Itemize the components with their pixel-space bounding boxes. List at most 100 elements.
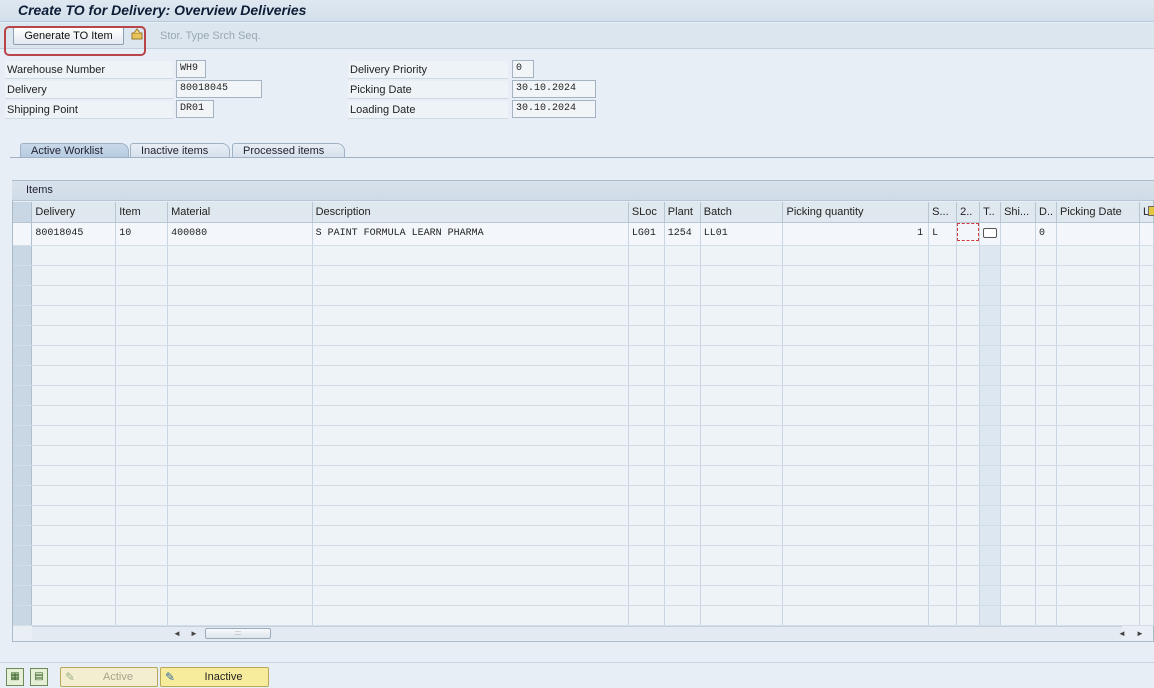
table-cell[interactable] xyxy=(1035,465,1058,486)
column-header[interactable]: Picking Date xyxy=(1056,202,1140,223)
table-cell[interactable] xyxy=(628,505,665,526)
table-row[interactable] xyxy=(13,445,1154,466)
table-cell[interactable] xyxy=(1000,265,1037,286)
row-selector[interactable] xyxy=(13,425,33,446)
table-row[interactable]: 80018045 10 400080 S PAINT FORMULA LEARN… xyxy=(13,222,1154,246)
table-cell[interactable] xyxy=(979,565,1002,586)
table-cell[interactable] xyxy=(782,565,930,586)
table-cell[interactable] xyxy=(31,245,117,266)
table-cell[interactable] xyxy=(1139,345,1154,366)
table-cell[interactable] xyxy=(928,485,958,506)
table-cell[interactable] xyxy=(928,605,958,626)
table-cell[interactable] xyxy=(115,345,169,366)
table-cell[interactable] xyxy=(167,305,313,326)
table-cell[interactable] xyxy=(1000,585,1037,606)
table-cell[interactable] xyxy=(1139,325,1154,346)
table-cell[interactable] xyxy=(956,605,981,626)
table-cell[interactable] xyxy=(928,525,958,546)
table-cell[interactable] xyxy=(312,285,629,306)
cell-item[interactable]: 10 xyxy=(115,222,169,246)
table-cell[interactable] xyxy=(1056,365,1140,386)
cell-sloc[interactable]: LG01 xyxy=(628,222,665,246)
table-cell[interactable] xyxy=(1139,445,1154,466)
table-cell[interactable] xyxy=(956,565,981,586)
table-cell[interactable] xyxy=(1035,245,1058,266)
table-cell[interactable] xyxy=(115,425,169,446)
table-cell[interactable] xyxy=(167,245,313,266)
table-cell[interactable] xyxy=(979,265,1002,286)
table-cell[interactable] xyxy=(1000,565,1037,586)
table-cell[interactable] xyxy=(928,565,958,586)
row-selector[interactable] xyxy=(13,505,33,526)
table-cell[interactable] xyxy=(115,265,169,286)
column-header[interactable]: Material xyxy=(167,202,313,223)
table-row[interactable] xyxy=(13,405,1154,426)
table-cell[interactable] xyxy=(782,265,930,286)
table-cell[interactable] xyxy=(1000,405,1037,426)
table-cell[interactable] xyxy=(1000,525,1037,546)
row-selector[interactable] xyxy=(13,585,33,606)
table-cell[interactable] xyxy=(1035,505,1058,526)
table-cell[interactable] xyxy=(31,365,117,386)
table-cell[interactable] xyxy=(31,425,117,446)
table-row[interactable] xyxy=(13,385,1154,406)
table-cell[interactable] xyxy=(979,365,1002,386)
table-cell[interactable] xyxy=(979,445,1002,466)
inactive-button[interactable]: ✎ Inactive xyxy=(160,667,269,687)
table-cell[interactable] xyxy=(1000,485,1037,506)
table-cell[interactable] xyxy=(1000,545,1037,566)
table-cell[interactable] xyxy=(979,545,1002,566)
table-cell[interactable] xyxy=(1000,245,1037,266)
table-cell[interactable] xyxy=(782,405,930,426)
table-row[interactable] xyxy=(13,605,1154,626)
table-cell[interactable] xyxy=(312,465,629,486)
table-cell[interactable] xyxy=(31,265,117,286)
table-cell[interactable] xyxy=(664,525,701,546)
scroll-left-icon[interactable]: ◄ xyxy=(173,629,181,638)
table-cell[interactable] xyxy=(115,445,169,466)
table-cell[interactable] xyxy=(956,305,981,326)
select-all-header[interactable] xyxy=(13,202,33,223)
column-header[interactable]: S... xyxy=(928,202,958,223)
cell-picking-date[interactable] xyxy=(1056,222,1140,246)
row-selector[interactable] xyxy=(13,485,33,506)
table-cell[interactable] xyxy=(1000,605,1037,626)
row-selector[interactable] xyxy=(13,325,33,346)
table-row[interactable] xyxy=(13,565,1154,586)
table-row[interactable] xyxy=(13,425,1154,446)
table-cell[interactable] xyxy=(956,465,981,486)
table-cell[interactable] xyxy=(115,305,169,326)
table-cell[interactable] xyxy=(664,545,701,566)
column-header[interactable]: T.. xyxy=(979,202,1002,223)
table-cell[interactable] xyxy=(1056,385,1140,406)
table-cell[interactable] xyxy=(1139,505,1154,526)
row-selector[interactable] xyxy=(13,405,33,426)
table-row[interactable] xyxy=(13,285,1154,306)
table-cell[interactable] xyxy=(664,505,701,526)
table-cell[interactable] xyxy=(1056,565,1140,586)
table-cell[interactable] xyxy=(979,605,1002,626)
table-cell[interactable] xyxy=(1056,265,1140,286)
loading-date-field[interactable]: 30.10.2024 xyxy=(512,100,596,118)
table-cell[interactable] xyxy=(628,465,665,486)
table-cell[interactable] xyxy=(979,425,1002,446)
table-cell[interactable] xyxy=(782,305,930,326)
table-cell[interactable] xyxy=(1035,305,1058,326)
table-cell[interactable] xyxy=(628,345,665,366)
table-cell[interactable] xyxy=(1139,285,1154,306)
column-header[interactable]: SLoc xyxy=(628,202,665,223)
row-selector[interactable] xyxy=(13,445,33,466)
table-cell[interactable] xyxy=(115,325,169,346)
table-cell[interactable] xyxy=(664,305,701,326)
table-cell[interactable] xyxy=(782,325,930,346)
table-cell[interactable] xyxy=(167,345,313,366)
table-cell[interactable] xyxy=(31,525,117,546)
table-cell[interactable] xyxy=(1056,465,1140,486)
table-cell[interactable] xyxy=(1139,265,1154,286)
deselect-all-icon[interactable]: ▤ xyxy=(30,668,48,686)
table-cell[interactable] xyxy=(167,585,313,606)
table-cell[interactable] xyxy=(782,605,930,626)
table-cell[interactable] xyxy=(956,285,981,306)
table-cell[interactable] xyxy=(700,505,784,526)
table-cell[interactable] xyxy=(1035,525,1058,546)
